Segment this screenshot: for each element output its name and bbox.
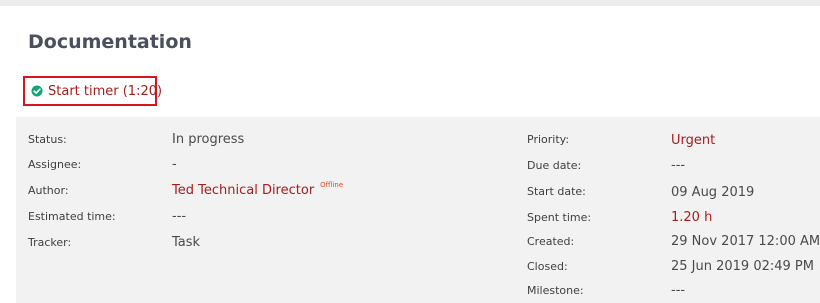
start-timer-button[interactable]: Start timer (1:20)	[23, 76, 162, 106]
check-circle-icon	[31, 85, 43, 97]
field-label: Spent time:	[527, 210, 592, 224]
field-value: ---	[172, 208, 187, 224]
field-estimated-time: Estimated time:	[28, 206, 116, 226]
closed-value: 25 Jun 2019 02:49 PM	[671, 256, 814, 276]
field-label: Closed:	[527, 259, 568, 273]
spent-time-link[interactable]: 1.20 h	[671, 210, 712, 225]
field-value: Task	[172, 234, 201, 250]
field-label: Priority:	[527, 132, 570, 146]
created-value: 29 Nov 2017 12:00 AM	[671, 231, 820, 251]
field-milestone: Milestone:	[527, 280, 584, 300]
field-value: ---	[671, 157, 686, 173]
tracker-value: Task	[172, 232, 200, 252]
milestone-value: ---	[671, 280, 685, 300]
field-label: Tracker:	[28, 235, 72, 249]
assignee-value: -	[172, 154, 177, 174]
issue-details: Status: In progress Assignee: - Author: …	[16, 117, 820, 303]
field-label: Created:	[527, 234, 575, 248]
author-value: Ted Technical Director Offline	[172, 180, 343, 200]
field-value: 29 Nov 2017 12:00 AM	[671, 233, 820, 249]
author-link[interactable]: Ted Technical Director	[172, 183, 314, 198]
field-created: Created:	[527, 231, 574, 251]
field-assignee: Assignee:	[28, 154, 81, 174]
spent-time-value: 1.20 h	[671, 207, 712, 227]
field-label: Milestone:	[527, 283, 584, 297]
field-tracker: Tracker:	[28, 232, 71, 252]
field-closed: Closed:	[527, 256, 568, 276]
field-value: In progress	[172, 131, 245, 147]
field-due-date: Due date:	[527, 155, 581, 175]
field-status: Status:	[28, 129, 67, 149]
start-date-value: 09 Aug 2019	[671, 182, 754, 202]
field-value: 25 Jun 2019 02:49 PM	[671, 258, 814, 274]
field-label: Status:	[28, 132, 67, 146]
field-label: Estimated time:	[28, 209, 116, 223]
offline-badge: Offline	[320, 181, 344, 189]
priority-value: Urgent	[671, 130, 715, 150]
field-author: Author:	[28, 180, 69, 200]
field-label: Start date:	[527, 184, 586, 198]
due-date-value: ---	[671, 155, 685, 175]
field-label: Assignee:	[28, 157, 82, 171]
field-value: -	[172, 156, 177, 172]
field-spent-time: Spent time:	[527, 207, 591, 227]
field-value: 09 Aug 2019	[671, 184, 755, 200]
start-timer-label: Start timer (1:20)	[48, 83, 163, 99]
field-label: Due date:	[527, 158, 582, 172]
estimated-time-value: ---	[172, 206, 186, 226]
field-label: Author:	[28, 183, 69, 197]
field-value: ---	[671, 282, 686, 298]
field-value: Urgent	[671, 132, 716, 148]
page-title: Documentation	[28, 31, 192, 53]
field-start-date: Start date:	[527, 181, 586, 201]
field-priority: Priority:	[527, 129, 569, 149]
status-value: In progress	[172, 129, 244, 149]
